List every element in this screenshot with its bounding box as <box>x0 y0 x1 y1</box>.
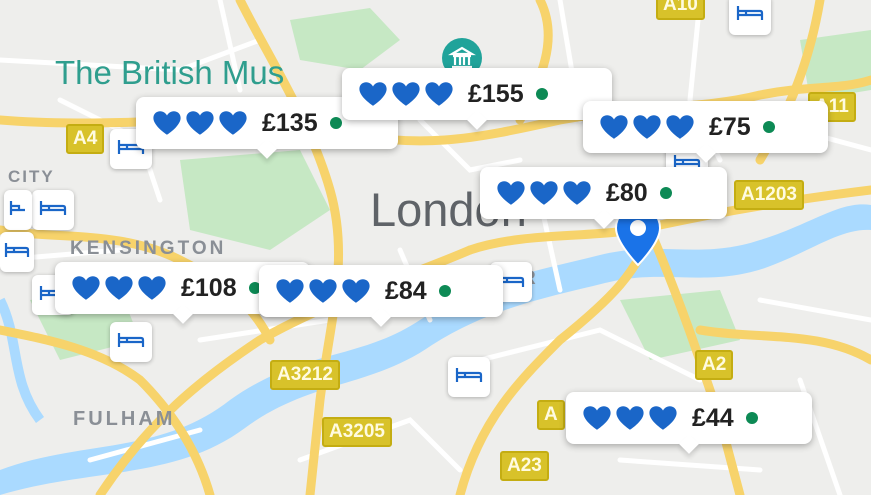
hotel-marker[interactable] <box>32 190 74 230</box>
hotel-marker[interactable] <box>448 357 490 397</box>
hotel-bed-icon <box>9 199 27 222</box>
hotel-marker[interactable] <box>4 190 32 230</box>
hotel-price-marker[interactable]: £75 <box>583 101 828 153</box>
hotel-bed-icon <box>455 366 483 389</box>
heart-icon <box>497 181 525 205</box>
availability-dot <box>535 88 548 100</box>
rating-hearts <box>358 81 454 107</box>
road-shield-a10: A10 <box>656 0 705 20</box>
price-label: £75 <box>709 112 751 141</box>
hotel-marker[interactable] <box>110 322 152 362</box>
hotel-price-marker[interactable]: £155 <box>342 68 612 120</box>
hotel-price-marker[interactable]: £80 <box>480 167 727 219</box>
heart-icon <box>530 181 558 205</box>
heart-icon <box>309 279 337 303</box>
heart-icon <box>342 279 370 303</box>
availability-dot <box>659 187 672 199</box>
heart-icon <box>583 406 611 430</box>
heart-icon <box>219 111 247 135</box>
hotel-bed-icon <box>39 199 67 222</box>
heart-icon <box>359 82 387 106</box>
rating-hearts <box>71 275 167 301</box>
price-label: £84 <box>385 276 427 305</box>
price-label: £108 <box>181 273 237 302</box>
hotel-marker[interactable] <box>0 232 34 272</box>
heart-icon <box>616 406 644 430</box>
place-label-fulham: FULHAM <box>73 408 176 430</box>
heart-icon <box>649 406 677 430</box>
road-shield-a1203: A1203 <box>734 180 804 210</box>
price-label: £44 <box>692 403 734 432</box>
rating-hearts <box>599 114 695 140</box>
map-view[interactable]: The British Mus London KENSINGTON FULHAM… <box>0 0 871 495</box>
heart-icon <box>276 279 304 303</box>
heart-icon <box>666 115 694 139</box>
heart-icon <box>153 111 181 135</box>
hotel-bed-icon <box>117 331 145 354</box>
place-label-british-museum: The British Mus <box>55 54 285 91</box>
hotel-price-marker[interactable]: £84 <box>259 265 503 317</box>
road-shield-partial: A <box>537 400 565 430</box>
place-label-city: CITY <box>8 167 55 186</box>
road-shield-a3212: A3212 <box>270 360 340 390</box>
rating-hearts <box>582 405 678 431</box>
road-shield-a4: A4 <box>66 124 105 154</box>
heart-icon <box>633 115 661 139</box>
heart-icon <box>72 276 100 300</box>
hotel-price-marker[interactable]: £44 <box>566 392 812 444</box>
availability-dot <box>745 412 758 424</box>
road-shield-a2: A2 <box>695 350 734 380</box>
place-label-kensington: KENSINGTON <box>70 238 227 259</box>
price-label: £80 <box>606 178 648 207</box>
rating-hearts <box>496 180 592 206</box>
heart-icon <box>563 181 591 205</box>
price-label: £155 <box>468 79 524 108</box>
hotel-marker[interactable] <box>729 0 771 35</box>
heart-icon <box>186 111 214 135</box>
heart-icon <box>392 82 420 106</box>
availability-dot <box>762 121 775 133</box>
rating-hearts <box>152 110 248 136</box>
heart-icon <box>138 276 166 300</box>
road-shield-a3205: A3205 <box>322 417 392 447</box>
availability-dot <box>329 117 342 129</box>
hotel-bed-icon <box>4 241 30 264</box>
heart-icon <box>105 276 133 300</box>
price-label: £135 <box>262 108 318 137</box>
heart-icon <box>600 115 628 139</box>
hotel-bed-icon <box>736 4 764 27</box>
availability-dot <box>438 285 451 297</box>
heart-icon <box>425 82 453 106</box>
rating-hearts <box>275 278 371 304</box>
road-shield-a23: A23 <box>500 451 549 481</box>
